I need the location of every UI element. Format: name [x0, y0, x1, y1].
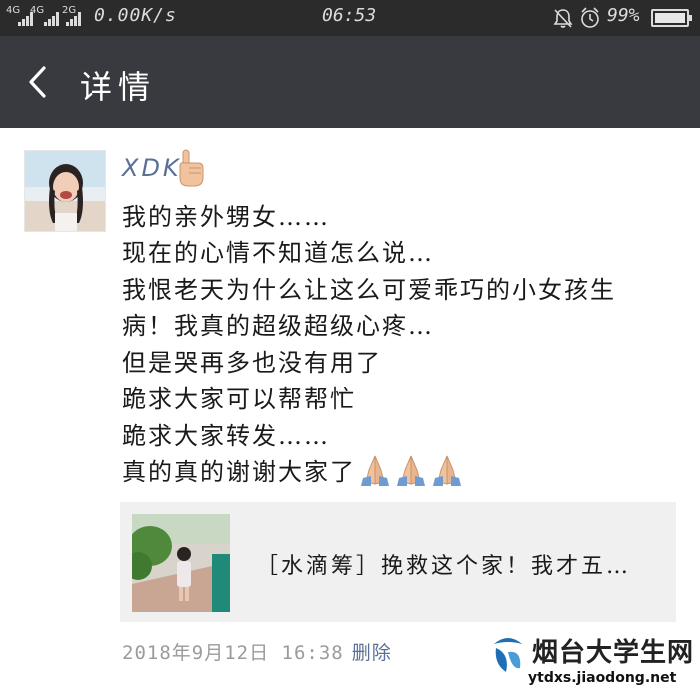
status-time: 06:53 — [322, 5, 377, 26]
watermark-url: ytdxs.jiaodong.net — [528, 670, 677, 686]
shared-link-card[interactable]: ［水滴筹］挽救这个家！我才五… — [120, 502, 676, 622]
top-bar: 详情 — [0, 36, 700, 128]
avatar[interactable] — [24, 150, 106, 232]
praying-hands-icon — [433, 455, 461, 486]
post-line: 跪求大家转发…… — [122, 421, 330, 450]
praying-hands-icon — [397, 455, 425, 486]
link-thumbnail — [132, 514, 230, 612]
post-line: 我的亲外甥女…… — [122, 202, 330, 231]
post-line: 但是哭再多也没有用了 — [122, 348, 382, 377]
post-line: 病！我真的超级超级心疼… — [122, 312, 434, 341]
post-meta: 2018年9月12日 16:38 删除 — [122, 638, 392, 665]
watermark: 烟台大学生网 ytdxs.jiaodong.net — [490, 630, 700, 700]
post-body: 我的亲外甥女…… 现在的心情不知道怎么说… 我恨老天为什么让这么可爱乖巧的小女孩… — [122, 196, 682, 488]
praying-hands-icon — [361, 455, 389, 486]
post-timestamp: 2018年9月12日 16:38 — [122, 642, 344, 664]
chevron-left-icon[interactable] — [24, 64, 54, 100]
post-line-last: 真的真的谢谢大家了 — [122, 452, 682, 489]
network-type-2: 4G — [30, 5, 45, 16]
signal-icon-2 — [44, 12, 59, 26]
alarm-clock-icon — [581, 7, 599, 28]
status-bar: 4G 4G 2G 0.00K/s 06:53 99% — [0, 0, 700, 36]
pointing-up-hand-icon — [179, 149, 204, 187]
delete-button[interactable]: 删除 — [352, 642, 392, 664]
signal-icon-3 — [66, 12, 81, 26]
post-line: 我恨老天为什么让这么可爱乖巧的小女孩生 — [122, 275, 616, 304]
battery-percent: 99% — [607, 5, 640, 26]
post-line: 跪求大家可以帮帮忙 — [122, 385, 356, 414]
author-name[interactable]: XDK — [122, 154, 182, 182]
page-title: 详情 — [80, 68, 157, 106]
link-title: ［水滴筹］挽救这个家！我才五… — [256, 554, 632, 579]
watermark-logo-icon — [494, 638, 522, 672]
battery-icon — [651, 9, 692, 27]
network-speed: 0.00K/s — [94, 5, 177, 26]
watermark-name: 烟台大学生网 — [532, 638, 695, 668]
post-line-text: 真的真的谢谢大家了 — [122, 458, 356, 487]
post-line: 现在的心情不知道怎么说… — [122, 239, 434, 268]
mute-bell-icon — [553, 9, 573, 28]
